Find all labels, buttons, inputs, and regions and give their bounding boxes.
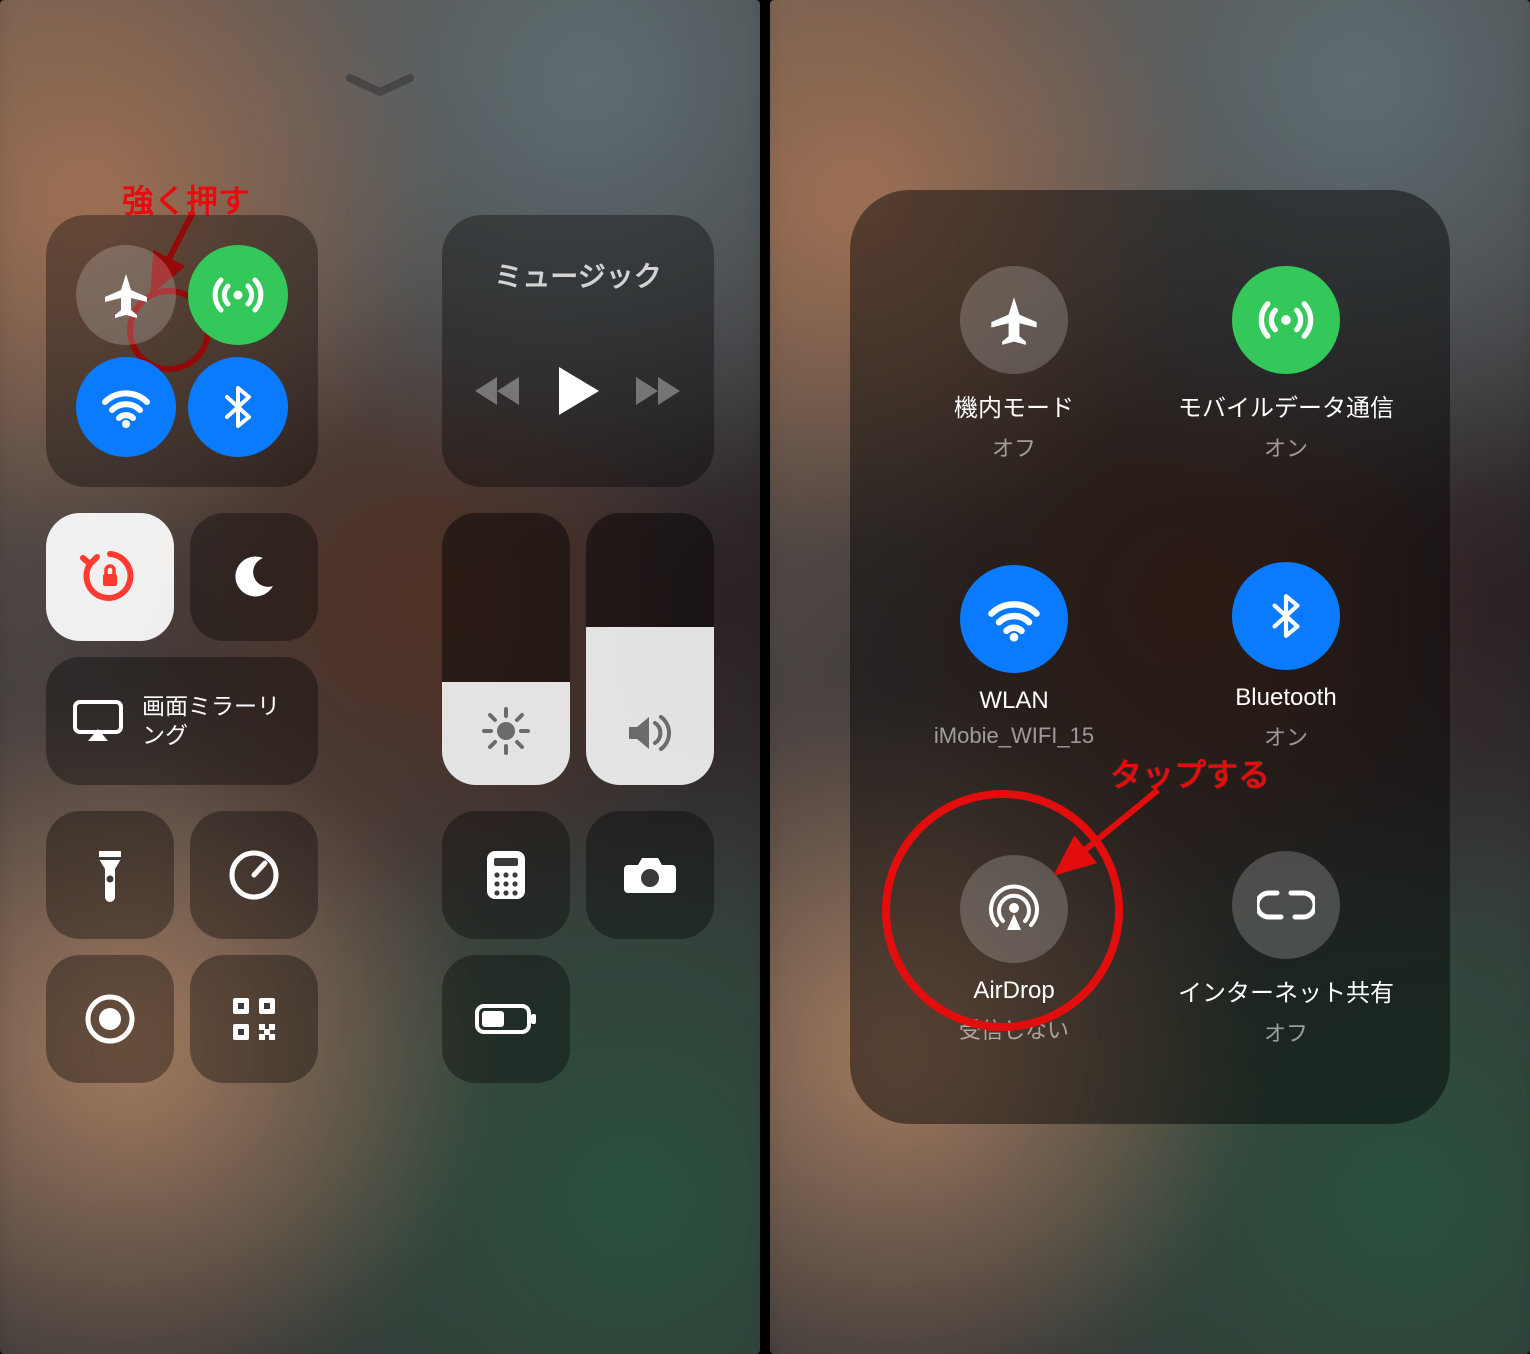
cellular-label: モバイルデータ通信	[1178, 388, 1394, 423]
bluetooth-status: オン	[1264, 720, 1308, 752]
hotspot-status: オフ	[1264, 1016, 1308, 1048]
brightness-sun-icon	[442, 707, 570, 755]
cellular-data-toggle[interactable]	[1232, 266, 1340, 374]
airplane-icon	[101, 270, 151, 320]
connectivity-tile[interactable]	[46, 215, 318, 487]
cellular-data-cell[interactable]: モバイルデータ通信 オン	[1152, 220, 1420, 509]
volume-slider[interactable]	[586, 513, 714, 785]
airplane-status: オフ	[992, 431, 1036, 463]
screen-mirroring-label: 画面ミラーリング	[142, 692, 292, 750]
low-power-mode-button[interactable]	[442, 955, 570, 1083]
wifi-icon	[985, 590, 1043, 648]
low-power-battery-icon	[474, 1002, 538, 1036]
qr-scan-button[interactable]	[190, 955, 318, 1083]
calculator-button[interactable]	[442, 811, 570, 939]
close-chevron-icon[interactable]	[345, 70, 415, 100]
wifi-icon	[99, 380, 153, 434]
cellular-antenna-icon	[211, 268, 265, 322]
bluetooth-toggle[interactable]	[188, 357, 288, 457]
left-screenshot: 強く押す	[0, 0, 760, 1354]
flashlight-icon	[93, 847, 127, 903]
wifi-toggle[interactable]	[76, 357, 176, 457]
rewind-button[interactable]	[475, 371, 523, 411]
cellular-data-toggle[interactable]	[188, 245, 288, 345]
screen-record-button[interactable]	[46, 955, 174, 1083]
camera-icon	[622, 853, 678, 897]
orientation-lock-icon	[79, 546, 141, 608]
wlan-status: iMobie_WIFI_15	[934, 723, 1094, 749]
timer-button[interactable]	[190, 811, 318, 939]
wlan-label: WLAN	[979, 687, 1048, 715]
airplane-mode-toggle[interactable]	[76, 245, 176, 345]
qr-code-icon	[230, 995, 278, 1043]
fast-forward-icon	[634, 371, 682, 411]
airplane-mode-toggle[interactable]	[960, 266, 1068, 374]
screen-mirroring-button[interactable]: 画面ミラーリング	[46, 657, 318, 785]
airplane-mode-cell[interactable]: 機内モード オフ	[880, 220, 1148, 509]
screen-record-icon	[83, 992, 137, 1046]
wlan-cell[interactable]: WLAN iMobie_WIFI_15	[880, 513, 1148, 802]
hotspot-label: インターネット共有	[1178, 973, 1394, 1008]
orientation-lock-toggle[interactable]	[46, 513, 174, 641]
bluetooth-label: Bluetooth	[1235, 684, 1336, 712]
bluetooth-icon	[215, 384, 261, 430]
airplane-icon	[987, 293, 1041, 347]
bluetooth-toggle[interactable]	[1232, 562, 1340, 670]
bluetooth-icon	[1262, 592, 1310, 640]
cellular-status: オン	[1264, 431, 1308, 463]
do-not-disturb-toggle[interactable]	[190, 513, 318, 641]
calculator-icon	[484, 848, 528, 902]
flashlight-button[interactable]	[46, 811, 174, 939]
forward-button[interactable]	[634, 371, 682, 411]
timer-icon	[227, 848, 281, 902]
airplay-screen-icon	[72, 699, 124, 743]
personal-hotspot-icon	[1257, 885, 1315, 925]
rewind-icon	[475, 371, 523, 411]
hotspot-cell[interactable]: インターネット共有 オフ	[1152, 805, 1420, 1094]
play-button[interactable]	[555, 365, 601, 417]
music-title: ミュージック	[442, 255, 714, 295]
play-icon	[555, 365, 601, 417]
airplane-label: 機内モード	[954, 388, 1074, 423]
volume-speaker-icon	[586, 711, 714, 755]
wlan-toggle[interactable]	[960, 565, 1068, 673]
music-tile[interactable]: ミュージック	[442, 215, 714, 487]
brightness-slider[interactable]	[442, 513, 570, 785]
camera-button[interactable]	[586, 811, 714, 939]
right-screenshot: 機内モード オフ モバイ	[770, 0, 1530, 1354]
cellular-antenna-icon	[1257, 291, 1315, 349]
do-not-disturb-moon-icon	[229, 552, 279, 602]
annotation-target-circle	[882, 790, 1123, 1031]
hotspot-toggle[interactable]	[1232, 851, 1340, 959]
